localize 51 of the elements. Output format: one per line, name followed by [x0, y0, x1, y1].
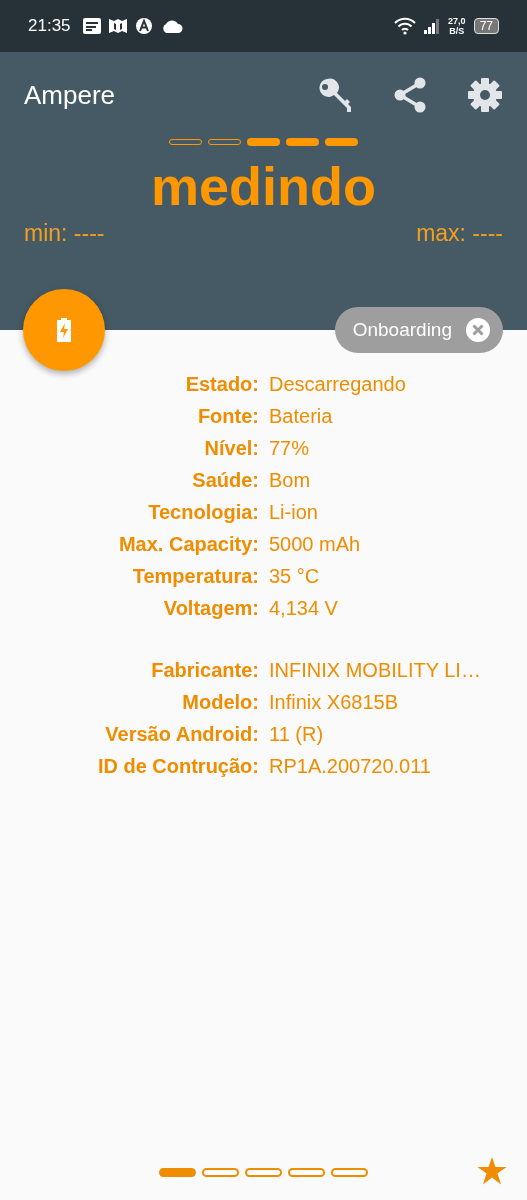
info-label: ID de Contrução: — [97, 754, 259, 779]
info-value: 11 (R) — [269, 722, 324, 747]
info-value: 77% — [269, 436, 310, 461]
info-label: Tecnologia: — [148, 500, 259, 525]
key-icon[interactable] — [317, 77, 353, 113]
info-value: INFINIX MOBILITY LI… — [269, 658, 481, 683]
m-logo-icon — [108, 18, 127, 34]
speed-value: 27,0 — [448, 16, 466, 26]
status-reading: medindo — [151, 155, 376, 218]
battery-indicator: 77 — [473, 18, 499, 34]
info-value: Li-ion — [269, 500, 318, 525]
info-value: 5000 mAh — [269, 532, 361, 557]
page-indicator[interactable] — [202, 1168, 239, 1177]
info-label: Voltagem: — [163, 596, 259, 621]
info-value: Descarregando — [269, 372, 406, 397]
page-indicator[interactable] — [159, 1168, 196, 1177]
info-value: Bom — [269, 468, 311, 493]
close-icon — [466, 318, 490, 342]
info-value: Bateria — [269, 404, 333, 429]
info-value: RP1A.200720.011 — [269, 754, 431, 779]
info-label: Fabricante: — [151, 658, 259, 683]
battery-fab[interactable] — [23, 289, 105, 371]
circle-a-icon — [134, 17, 153, 35]
info-label: Fonte: — [197, 404, 259, 429]
page-indicator[interactable] — [245, 1168, 282, 1177]
share-icon[interactable] — [393, 77, 427, 113]
info-value: 4,134 V — [269, 596, 338, 621]
settings-icon[interactable] — [467, 77, 503, 113]
info-label: Nível: — [204, 436, 259, 461]
app-title: Ampere — [24, 79, 117, 111]
cloud-icon — [160, 19, 183, 33]
info-label: Versão Android: — [105, 722, 259, 747]
max-value: max: ---- — [416, 220, 503, 247]
min-value: min: ---- — [24, 220, 105, 247]
page-indicator[interactable] — [288, 1168, 325, 1177]
wifi-icon — [394, 17, 417, 35]
speed-unit: B/S — [449, 26, 465, 36]
info-label: Saúde: — [192, 468, 259, 493]
notes-icon — [82, 18, 101, 34]
status-time: 21:35 — [28, 16, 71, 36]
info-label: Modelo: — [182, 690, 259, 715]
battery-charging-icon — [57, 318, 71, 342]
info-label: Estado: — [185, 372, 259, 397]
info-value: Infinix X6815B — [269, 690, 398, 715]
info-value: 35 °C — [269, 564, 320, 589]
signal-icon — [424, 18, 441, 34]
star-icon[interactable] — [477, 1157, 507, 1185]
info-label: Max. Capacity: — [118, 532, 259, 557]
onboarding-chip[interactable]: Onboarding — [334, 307, 503, 353]
info-label: Temperatura: — [132, 564, 259, 589]
page-indicator[interactable] — [331, 1168, 368, 1177]
